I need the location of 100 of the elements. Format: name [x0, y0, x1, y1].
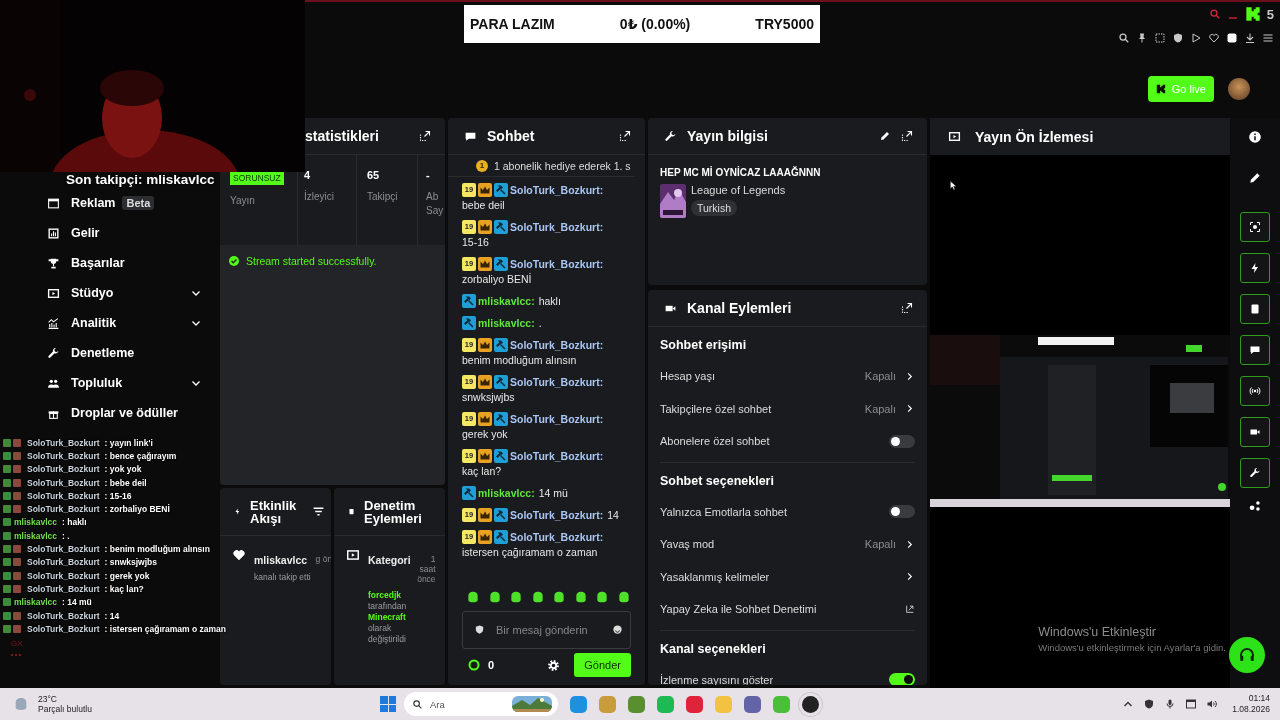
rail-button[interactable]	[1240, 376, 1270, 406]
info-icon[interactable]	[1248, 130, 1262, 144]
download-icon[interactable]	[1244, 32, 1256, 44]
overlay-message: : bence çağırayım	[104, 450, 177, 461]
bar-chart-icon	[47, 226, 60, 240]
tag[interactable]: Turkish	[691, 200, 738, 216]
sidebar-item[interactable]: Topluluk	[47, 368, 220, 398]
hammer-icon	[495, 413, 507, 425]
sidebar-item[interactable]: Analitik	[47, 308, 220, 338]
crop-icon[interactable]	[1154, 32, 1166, 44]
panel-title: statistikleri	[305, 128, 379, 144]
toggle-switch[interactable]	[889, 434, 915, 448]
chat-username[interactable]: mliskavlcc:	[478, 317, 535, 329]
rail-button[interactable]	[1240, 458, 1270, 488]
rail-button[interactable]	[1240, 294, 1270, 324]
setting-row[interactable]: Hesap yaşı Kapalı	[660, 360, 915, 393]
heart-icon[interactable]	[1208, 32, 1220, 44]
shield-icon	[474, 624, 485, 635]
start-icon[interactable]	[380, 696, 397, 712]
panel-title: Denetim Eylemleri	[364, 498, 423, 525]
send-button[interactable]: Gönder	[574, 653, 631, 677]
chat-username[interactable]: SoloTurk_Bozkurt:	[510, 221, 604, 233]
chat-username[interactable]: SoloTurk_Bozkurt:	[510, 184, 604, 196]
crown-icon	[479, 376, 491, 388]
chat-username[interactable]: SoloTurk_Bozkurt:	[510, 339, 604, 351]
bolt-icon	[1249, 262, 1261, 274]
rail-button[interactable]	[1240, 335, 1270, 365]
goal-title: PARA LAZIM	[470, 16, 555, 32]
sidebar-item[interactable]: Droplar ve ödüller	[47, 398, 220, 428]
crown-icon	[479, 531, 491, 543]
overlay-message: : 14 mü	[62, 597, 92, 608]
chat-username[interactable]: SoloTurk_Bozkurt:	[510, 413, 604, 425]
sidebar-item[interactable]: Reklam Beta	[47, 188, 220, 218]
block-logo-icon	[1244, 6, 1261, 22]
setting-row[interactable]: Yasaklanmış kelimeler	[660, 560, 915, 593]
avatar[interactable]	[1228, 78, 1250, 100]
speaker-icon[interactable]	[1206, 698, 1219, 710]
popout-icon[interactable]	[619, 130, 631, 142]
popout-icon[interactable]	[901, 302, 913, 314]
edit-icon[interactable]	[1248, 171, 1262, 185]
chat-username[interactable]: SoloTurk_Bozkurt:	[510, 258, 604, 270]
chat-username[interactable]: SoloTurk_Bozkurt:	[510, 450, 604, 462]
search-icon[interactable]	[1208, 8, 1221, 20]
broadcast-icon	[1249, 385, 1261, 397]
emote-icon[interactable]	[487, 590, 502, 604]
play-icon[interactable]	[1190, 32, 1202, 44]
setting-row[interactable]: Abonelere özel sohbet	[660, 425, 915, 458]
toggle-switch[interactable]	[889, 673, 915, 685]
emoji-icon[interactable]	[612, 624, 623, 635]
shield-icon[interactable]	[1143, 698, 1156, 710]
stat-label: Takipçi	[367, 190, 399, 204]
message-field[interactable]: Bir mesaj gönderin	[462, 611, 631, 649]
rail-button[interactable]	[1240, 212, 1270, 242]
filter-icon[interactable]	[312, 505, 325, 518]
overlay-username: mliskavlcc	[14, 597, 57, 608]
trophy-icon	[47, 256, 60, 270]
chat-username[interactable]: SoloTurk_Bozkurt:	[510, 509, 604, 521]
emote-icon[interactable]	[509, 590, 524, 604]
setting-row[interactable]: Yapay Zeka ile Sohbet Denetimi	[660, 593, 915, 626]
dots-icon[interactable]	[1248, 499, 1262, 513]
setting-row[interactable]: Yavaş mod Kapalı	[660, 528, 915, 561]
chat-username[interactable]: mliskavlcc:	[478, 487, 535, 499]
menu-icon[interactable]	[1262, 32, 1274, 44]
panel-title: Yayın Ön İzlemesi	[975, 128, 1094, 145]
emote-icon[interactable]	[616, 590, 631, 604]
setting-row[interactable]: Takipçilere özel sohbet Kapalı	[660, 392, 915, 425]
sidebar-item[interactable]: Başarılar	[47, 248, 220, 278]
sidebar-item[interactable]: Stüdyo	[47, 278, 220, 308]
chat-username[interactable]: mliskavlcc:	[478, 295, 535, 307]
section-title: Sohbet erişimi	[660, 338, 748, 354]
chat-message: gerek yok	[462, 427, 508, 442]
popout-icon[interactable]	[419, 130, 431, 142]
emote-icon[interactable]	[552, 590, 567, 604]
hammer-icon	[463, 317, 475, 329]
sidebar-item[interactable]: Gelir	[47, 218, 220, 248]
shield-icon[interactable]	[1172, 32, 1184, 44]
setting-label: Hesap yaşı	[660, 370, 716, 383]
pin-icon[interactable]	[1136, 32, 1148, 44]
panel-title: Etkinlik Akışı	[250, 498, 298, 525]
setting-label: Yavaş mod	[660, 538, 715, 551]
emote-icon[interactable]	[466, 590, 480, 604]
chat-username[interactable]: SoloTurk_Bozkurt:	[510, 531, 604, 543]
success-message: Stream started successfully.	[246, 255, 377, 267]
setting-row[interactable]: Yalnızca Emotlarla sohbet	[660, 495, 915, 528]
category-name[interactable]: League of Legends	[691, 184, 786, 196]
chat-message: 14	[607, 508, 619, 523]
popout-icon[interactable]	[901, 130, 913, 142]
zoom-icon[interactable]	[1118, 32, 1130, 44]
sidebar-item[interactable]: Denetleme	[47, 338, 220, 368]
toggle-switch[interactable]	[889, 505, 915, 519]
emote-icon[interactable]	[530, 590, 545, 604]
emote-icon[interactable]	[595, 590, 610, 604]
chat-username[interactable]: SoloTurk_Bozkurt:	[510, 376, 604, 388]
extension-icon[interactable]	[1226, 32, 1238, 44]
settings-icon[interactable]	[547, 658, 561, 672]
rail-button[interactable]	[1240, 417, 1270, 447]
display-icon[interactable]	[1185, 698, 1198, 710]
emote-icon[interactable]	[573, 590, 588, 604]
overlay-username: mliskavlcc	[14, 530, 57, 541]
edit-icon[interactable]	[879, 130, 891, 142]
